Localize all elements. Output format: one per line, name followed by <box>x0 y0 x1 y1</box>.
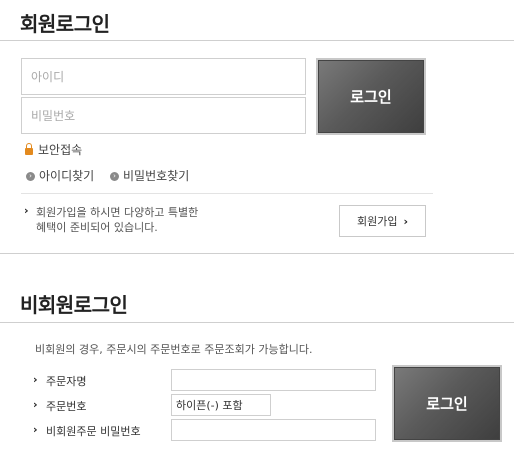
find-id-label: 아이디찾기 <box>39 169 95 183</box>
bullet-arrow-icon: › <box>24 204 29 217</box>
signup-divider <box>21 193 433 194</box>
secure-access-link[interactable]: 보안접속 <box>25 141 82 158</box>
secure-access-label: 보안접속 <box>38 143 83 157</box>
guest-login-button[interactable]: 로그인 <box>392 365 502 442</box>
password-input[interactable] <box>21 97 306 134</box>
signup-button[interactable]: 회원가입 › <box>339 205 426 237</box>
signup-text-line1: 회원가입을 하시면 다양하고 특별한 <box>36 206 199 219</box>
guest-login-title: 비회원로그인 <box>20 293 128 317</box>
chevron-right-icon: › <box>403 214 409 228</box>
member-login-title: 회원로그인 <box>20 12 110 36</box>
signup-text-line2: 혜택이 준비되어 있습니다. <box>36 221 158 234</box>
find-password-label: 비밀번호찾기 <box>123 169 190 183</box>
login-button-label: 로그인 <box>350 88 392 106</box>
section-divider <box>0 253 514 254</box>
guest-password-label: 비회원주문 비밀번호 <box>46 425 141 438</box>
bullet-arrow-icon: › <box>33 398 38 411</box>
bullet-arrow-icon: › <box>33 373 38 386</box>
guest-login-button-label: 로그인 <box>426 395 468 413</box>
orderer-name-label: 주문자명 <box>46 375 87 388</box>
order-number-label: 주문번호 <box>46 400 87 413</box>
find-id-link[interactable]: › 아이디찾기 <box>26 167 94 184</box>
title-divider <box>0 40 514 41</box>
guest-description: 비회원의 경우, 주문시의 주문번호로 주문조회가 가능합니다. <box>35 343 313 356</box>
order-number-input[interactable] <box>171 394 271 416</box>
id-input[interactable] <box>21 58 306 95</box>
orderer-name-input[interactable] <box>171 369 376 391</box>
login-button[interactable]: 로그인 <box>316 58 426 135</box>
bullet-arrow-icon: › <box>33 423 38 436</box>
find-password-link[interactable]: › 비밀번호찾기 <box>110 167 189 184</box>
lock-icon <box>25 143 33 155</box>
circle-arrow-icon: › <box>26 172 35 181</box>
guest-password-input[interactable] <box>171 419 376 441</box>
signup-button-label: 회원가입 <box>356 215 398 228</box>
signup-text: 회원가입을 하시면 다양하고 특별한 혜택이 준비되어 있습니다. <box>36 205 198 235</box>
circle-arrow-icon: › <box>110 172 119 181</box>
guest-title-divider <box>0 322 514 323</box>
